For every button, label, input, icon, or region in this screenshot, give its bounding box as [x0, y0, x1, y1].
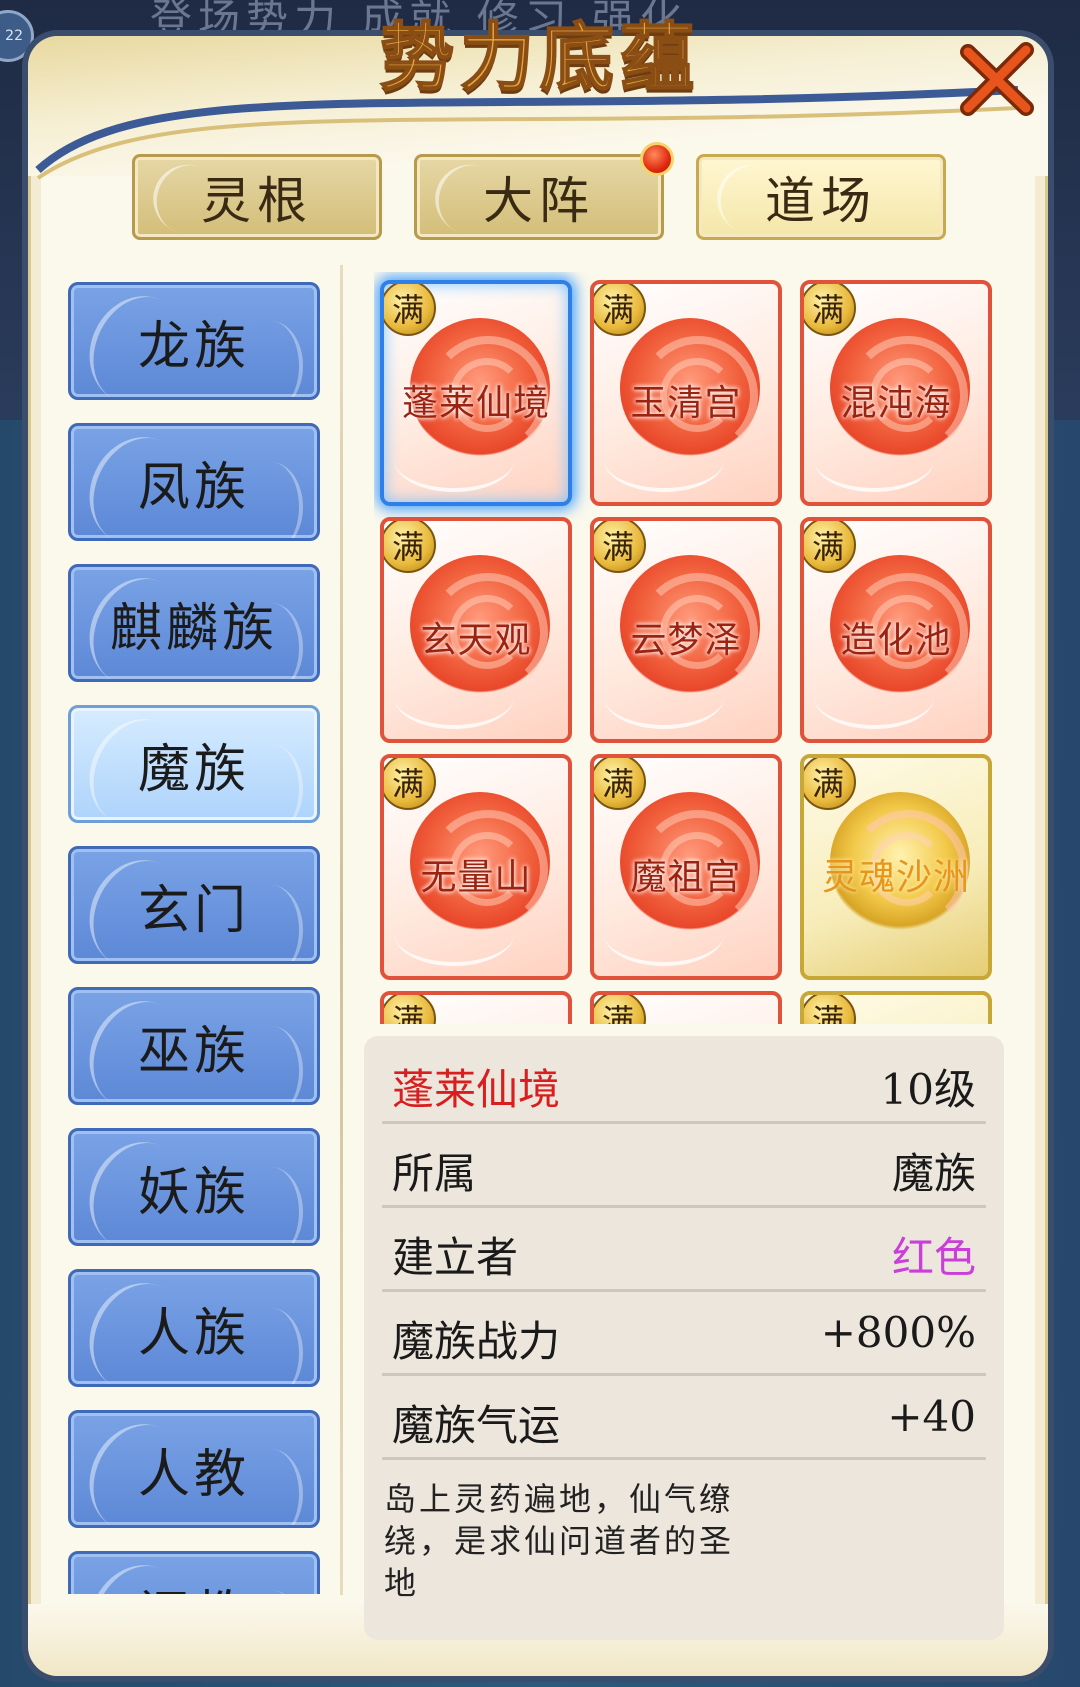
daochang-card[interactable]: 云梦泽 满 [590, 517, 782, 743]
sidebar-item-renzu[interactable]: 人族 [68, 1269, 320, 1387]
wisp-decoration [814, 665, 934, 729]
sidebar-item-wuzu[interactable]: 巫族 [68, 987, 320, 1105]
daochang-name: 玄天观 [420, 620, 532, 661]
daochang-name: 灵魂沙洲 [821, 857, 970, 898]
sidebar-item-xuanmen[interactable]: 玄门 [68, 846, 320, 964]
daochang-card[interactable]: 蓬莱仙境 满 [380, 280, 572, 506]
sidebar-item-label: 麒麟族 [109, 598, 278, 659]
wisp-decoration [814, 428, 934, 492]
max-level-badge: 满 [594, 995, 646, 1024]
dialog-title: 势力底蕴 [379, 14, 700, 102]
notification-dot [640, 142, 674, 176]
sidebar-item-longzu[interactable]: 龙族 [68, 282, 320, 400]
info-value: 红色 [891, 1233, 976, 1282]
info-row-header: 蓬莱仙境 10级 [382, 1040, 986, 1124]
daochang-name: 混沌海 [840, 383, 952, 424]
daochang-name: 无量山 [420, 857, 532, 898]
daochang-name: 造化池 [840, 620, 952, 661]
wisp-decoration [394, 428, 514, 492]
daochang-card[interactable]: 无量山 满 [380, 754, 572, 980]
sidebar-item-chanjiao[interactable]: 阐教 [68, 1551, 320, 1594]
sidebar-item-qilinzu[interactable]: 麒麟族 [68, 564, 320, 682]
tab-daochang[interactable]: 道场 [696, 154, 946, 240]
daochang-card[interactable]: 玉清宫 满 [590, 280, 782, 506]
wisp-decoration [604, 665, 724, 729]
max-level-badge: 满 [384, 521, 436, 573]
max-level-badge: 满 [384, 995, 436, 1024]
info-key: 所属 [392, 1149, 477, 1198]
max-level-badge: 满 [804, 758, 856, 810]
info-key: 魔族气运 [392, 1401, 561, 1450]
wisp-decoration [394, 902, 514, 966]
daochang-name: 蓬莱仙境 [401, 383, 550, 424]
daochang-card[interactable]: 灵魂沙洲 满 [800, 754, 992, 980]
sidebar-item-mozu[interactable]: 魔族 [68, 705, 320, 823]
daochang-card[interactable]: 造化池 满 [800, 517, 992, 743]
info-row-faction: 所属 魔族 [382, 1124, 986, 1208]
info-value: 魔族 [891, 1149, 976, 1198]
max-level-badge: 满 [804, 521, 856, 573]
sidebar-item-label: 龙族 [137, 316, 250, 377]
info-row-fortune: 魔族气运 +40 [382, 1376, 986, 1460]
daochang-card[interactable]: 玄天观 满 [380, 517, 572, 743]
tab-label: 道场 [765, 172, 877, 230]
info-key: 建立者 [392, 1233, 519, 1282]
close-icon[interactable] [956, 38, 1038, 120]
info-value: +800% [820, 1308, 976, 1357]
sidebar-item-label: 玄门 [137, 880, 250, 941]
max-level-badge: 满 [594, 758, 646, 810]
sidebar-item-yaozu[interactable]: 妖族 [68, 1128, 320, 1246]
sidebar-item-label: 人族 [137, 1303, 250, 1364]
tab-label: 灵根 [201, 172, 313, 230]
daochang-title: 蓬莱仙境 [392, 1065, 561, 1114]
daochang-level: 10级 [880, 1065, 976, 1114]
tab-linggen[interactable]: 灵根 [132, 154, 382, 240]
sidebar-item-label: 凤族 [137, 457, 250, 518]
daochang-name: 云梦泽 [630, 620, 742, 661]
sidebar-item-label: 阐教 [138, 1573, 250, 1595]
daochang-name: 玉清宫 [630, 383, 742, 424]
sidebar-item-label: 人教 [137, 1444, 250, 1505]
tab-label: 大阵 [483, 172, 595, 230]
daochang-name: 魔祖宫 [630, 857, 742, 898]
max-level-badge: 满 [594, 284, 646, 336]
sidebar-item-label: 巫族 [137, 1021, 250, 1082]
sidebar-item-label: 妖族 [137, 1162, 250, 1223]
daochang-description: 岛上灵药遍地，仙气缭绕，是求仙问道者的圣地 [384, 1480, 735, 1602]
info-value: +40 [887, 1392, 976, 1441]
max-level-badge: 满 [384, 758, 436, 810]
daochang-card[interactable]: 满 [800, 991, 992, 1024]
info-key: 魔族战力 [392, 1317, 561, 1366]
info-row-founder: 建立者 红色 [382, 1208, 986, 1292]
daochang-info-panel: 蓬莱仙境 10级 所属 魔族 建立者 红色 魔族战力 +800% 魔族气运 +4… [364, 1036, 1004, 1640]
faction-sidebar[interactable]: 龙族 凤族 麒麟族 魔族 玄门 巫族 妖族 人族 人教 阐教 [60, 272, 336, 1594]
max-level-badge: 满 [804, 995, 856, 1024]
sidebar-divider [340, 265, 343, 1595]
daochang-card[interactable]: 满 [590, 991, 782, 1024]
daochang-card[interactable]: 魔祖宫 满 [590, 754, 782, 980]
max-level-badge: 满 [594, 521, 646, 573]
wisp-decoration [604, 428, 724, 492]
sidebar-item-fengzu[interactable]: 凤族 [68, 423, 320, 541]
max-level-badge: 满 [804, 284, 856, 336]
sidebar-item-renjiao[interactable]: 人教 [68, 1410, 320, 1528]
info-row-power: 魔族战力 +800% [382, 1292, 986, 1376]
daochang-card[interactable]: 混沌海 满 [800, 280, 992, 506]
wisp-decoration [604, 902, 724, 966]
sidebar-item-label: 魔族 [137, 739, 250, 800]
daochang-card[interactable]: 满 [380, 991, 572, 1024]
wisp-decoration [394, 665, 514, 729]
max-level-badge: 满 [384, 284, 436, 336]
daochang-grid[interactable]: 蓬莱仙境 满 玉清宫 满 混沌海 满 玄天观 满 云梦泽 满 造化池 满 无量山… [374, 272, 1006, 1024]
tab-dazhen[interactable]: 大阵 [414, 154, 664, 240]
